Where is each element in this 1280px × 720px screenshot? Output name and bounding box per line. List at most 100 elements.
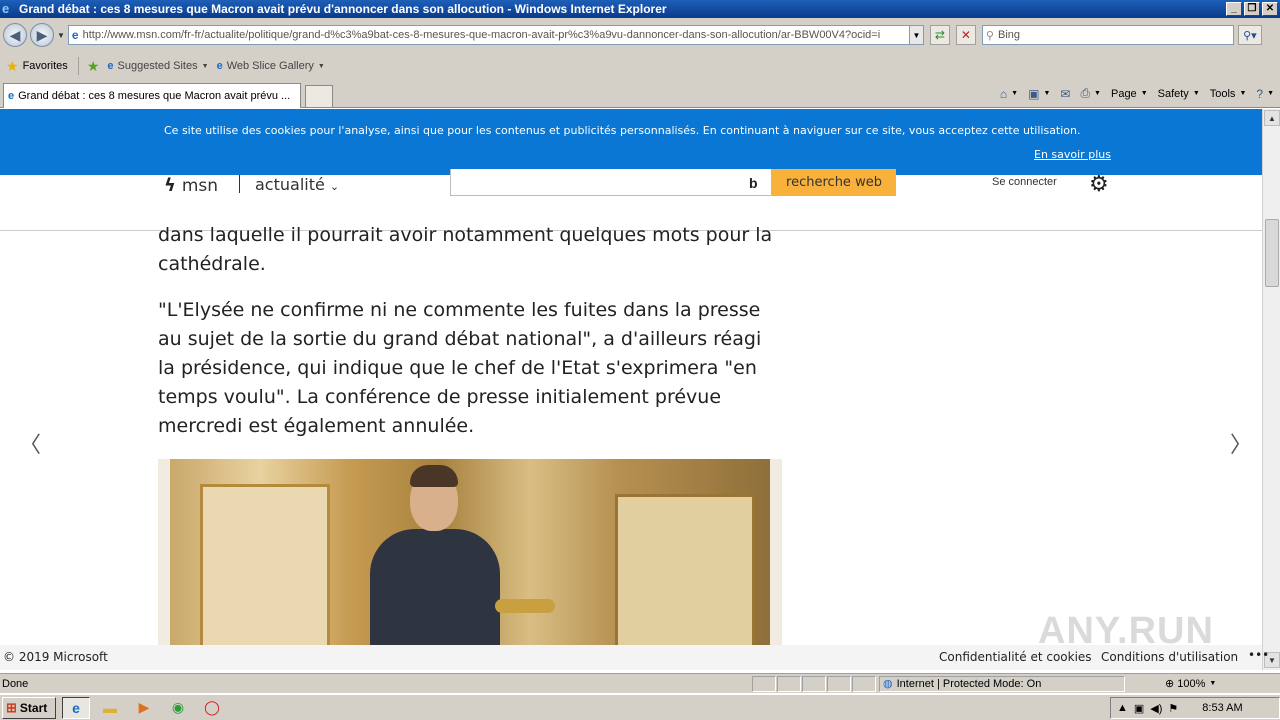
chevron-down-icon: ▼ bbox=[1140, 90, 1148, 97]
new-tab-button[interactable] bbox=[305, 85, 333, 107]
chevron-down-icon: ▼ bbox=[1239, 90, 1247, 97]
next-article-arrow-icon[interactable]: 〉 bbox=[1230, 427, 1252, 459]
status-cell bbox=[777, 675, 801, 692]
tools-menu[interactable]: Tools ▼ bbox=[1210, 88, 1247, 100]
status-cell bbox=[827, 675, 851, 692]
photo-person-hair bbox=[410, 465, 458, 487]
chevron-down-icon: ⌄ bbox=[329, 180, 340, 193]
taskbar-explorer-button[interactable]: ▬ bbox=[96, 697, 124, 719]
article-photo[interactable] bbox=[158, 459, 782, 645]
ie-icon: e bbox=[72, 699, 80, 716]
zoom-icon: ⊕ bbox=[1165, 678, 1175, 690]
restore-button[interactable]: ❐ bbox=[1244, 2, 1260, 16]
photo-person bbox=[370, 529, 500, 645]
security-zone[interactable]: ◍ Internet | Protected Mode: On bbox=[879, 675, 1125, 692]
search-input[interactable]: ⚲ Bing bbox=[981, 25, 1234, 45]
chevron-down-icon: ▼ bbox=[1267, 90, 1274, 97]
ie-page-icon: e bbox=[216, 60, 223, 72]
suggested-sites-label: Suggested Sites bbox=[117, 60, 198, 72]
windows-flag-icon: ⊞ bbox=[6, 699, 17, 715]
divider bbox=[77, 57, 79, 75]
status-cell bbox=[802, 675, 826, 692]
print-button[interactable]: ⎙ ▼ bbox=[1080, 86, 1101, 101]
feeds-button[interactable]: ▣ ▼ bbox=[1028, 87, 1050, 101]
system-tray: ▲ ▣ ◀) ⚑ 8:53 AM bbox=[1110, 697, 1280, 719]
zoom-control[interactable]: ⊕ 100% ▼ bbox=[1165, 677, 1217, 691]
gear-icon[interactable]: ⚙ bbox=[1089, 171, 1109, 197]
close-window-button[interactable]: ✕ bbox=[1262, 2, 1278, 16]
chevron-down-icon: ▼ bbox=[1209, 680, 1217, 687]
safety-menu[interactable]: Safety ▼ bbox=[1158, 88, 1200, 100]
favorites-button[interactable]: ★ Favorites bbox=[6, 58, 68, 75]
previous-article-arrow-icon[interactable]: 〈 bbox=[19, 427, 41, 459]
more-button[interactable]: ••• bbox=[1248, 648, 1269, 662]
chevron-down-icon: ▼ bbox=[201, 62, 209, 70]
help-button[interactable]: ? ▼ bbox=[1256, 87, 1274, 101]
msn-butterfly-icon: ϟ bbox=[164, 175, 176, 196]
msn-logo[interactable]: ϟ msn bbox=[164, 175, 218, 196]
chrome-icon: ◉ bbox=[171, 699, 185, 715]
minimize-button[interactable]: _ bbox=[1226, 2, 1242, 16]
section-label: actualité bbox=[255, 175, 325, 194]
network-icon[interactable]: ▣ bbox=[1134, 702, 1144, 715]
photo-decor bbox=[615, 494, 755, 645]
stop-button[interactable]: ✕ bbox=[955, 25, 976, 45]
page-menu[interactable]: Page ▼ bbox=[1111, 88, 1148, 100]
chevron-down-icon: ▼ bbox=[1011, 90, 1019, 97]
status-text: Done bbox=[2, 677, 29, 690]
window-title-bar: e Grand débat : ces 8 mesures que Macron… bbox=[0, 0, 1280, 18]
tab-active[interactable]: e Grand débat : ces 8 mesures que Macron… bbox=[3, 83, 301, 108]
favorites-label: Favorites bbox=[22, 60, 68, 72]
bing-icon: b bbox=[749, 175, 758, 191]
url-text: http://www.msn.com/fr-fr/actualite/polit… bbox=[82, 29, 881, 41]
taskbar: ⊞ Start e ▬ ▶ ◉ ◯ ▲ ▣ ◀) ⚑ 8:53 AM bbox=[0, 694, 1280, 720]
scroll-thumb[interactable] bbox=[1265, 219, 1279, 287]
tray-expand-icon[interactable]: ▲ bbox=[1117, 702, 1128, 714]
ie-page-icon: e bbox=[107, 60, 114, 72]
sign-in-link[interactable]: Se connecter bbox=[992, 176, 1057, 188]
web-slice-gallery-link[interactable]: e Web Slice Gallery ▼ bbox=[217, 60, 325, 72]
vertical-scrollbar[interactable]: ▲ ▼ bbox=[1262, 109, 1280, 670]
start-button[interactable]: ⊞ Start bbox=[2, 696, 56, 719]
mail-button[interactable]: ✉ bbox=[1060, 87, 1070, 101]
section-menu[interactable]: actualité ⌄ bbox=[255, 175, 339, 194]
chevron-down-icon: ▼ bbox=[1192, 90, 1200, 97]
suggested-sites-link[interactable]: e Suggested Sites ▼ bbox=[107, 60, 208, 72]
printer-icon: ⎙ bbox=[1080, 86, 1091, 100]
cookie-text: Ce site utilise des cookies pour l'analy… bbox=[164, 124, 1081, 137]
status-bar: Done ◍ Internet | Protected Mode: On ⊕ 1… bbox=[0, 673, 1280, 693]
clock[interactable]: 8:53 AM bbox=[1202, 702, 1242, 714]
refresh-button[interactable]: ⇄ bbox=[929, 25, 950, 45]
address-field[interactable]: e http://www.msn.com/fr-fr/actualite/pol… bbox=[67, 25, 910, 45]
folder-icon: ▬ bbox=[103, 699, 117, 716]
page-content: Ce site utilise des cookies pour l'analy… bbox=[0, 109, 1262, 645]
cookie-banner: Ce site utilise des cookies pour l'analy… bbox=[0, 109, 1262, 175]
status-cell bbox=[752, 675, 776, 692]
action-center-flag-icon[interactable]: ⚑ bbox=[1168, 702, 1178, 715]
chevron-down-icon: ▼ bbox=[1094, 90, 1101, 97]
back-button[interactable]: ◀ bbox=[3, 23, 27, 47]
article-body: dans laquelle il pourrait avoir notammen… bbox=[158, 221, 778, 458]
search-placeholder: Bing bbox=[997, 29, 1021, 41]
taskbar-ie-button[interactable]: e bbox=[62, 696, 90, 719]
media-player-icon: ▶ bbox=[138, 699, 150, 715]
msn-search-input[interactable]: b bbox=[450, 169, 772, 196]
web-search-button[interactable]: recherche web bbox=[772, 169, 896, 196]
zone-text: Internet | Protected Mode: On bbox=[896, 677, 1042, 690]
taskbar-opera-button[interactable]: ◯ bbox=[198, 697, 226, 719]
ie-page-icon: e bbox=[8, 90, 15, 102]
scroll-up-arrow-icon[interactable]: ▲ bbox=[1264, 110, 1280, 126]
start-label: Start bbox=[19, 700, 48, 715]
forward-button[interactable]: ▶ bbox=[30, 23, 54, 47]
taskbar-chrome-button[interactable]: ◉ bbox=[164, 697, 192, 719]
search-icon: ⚲ bbox=[985, 29, 994, 42]
add-favorite-icon[interactable]: ★ bbox=[87, 58, 100, 75]
address-dropdown-button[interactable]: ▼ bbox=[909, 25, 924, 45]
tools-menu-label: Tools bbox=[1209, 87, 1236, 100]
taskbar-media-button[interactable]: ▶ bbox=[130, 697, 158, 719]
home-button[interactable]: ⌂ ▼ bbox=[1000, 87, 1018, 101]
volume-icon[interactable]: ◀) bbox=[1150, 702, 1162, 715]
history-dropdown-icon[interactable]: ▼ bbox=[57, 31, 65, 40]
search-go-button[interactable]: ⚲▾ bbox=[1237, 25, 1262, 45]
learn-more-link[interactable]: En savoir plus bbox=[1034, 148, 1111, 161]
